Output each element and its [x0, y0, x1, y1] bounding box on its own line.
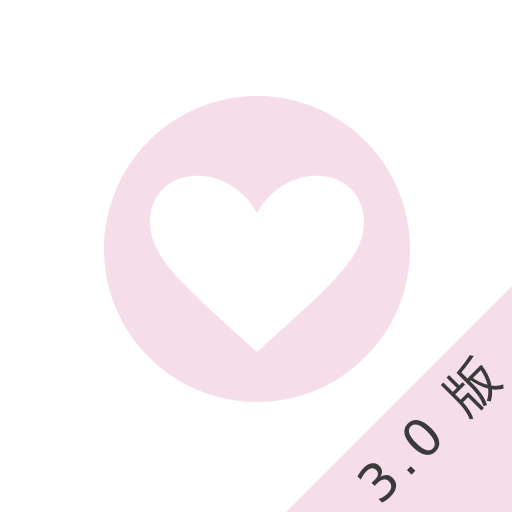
- app-icon-canvas: 3.0 版: [0, 0, 512, 512]
